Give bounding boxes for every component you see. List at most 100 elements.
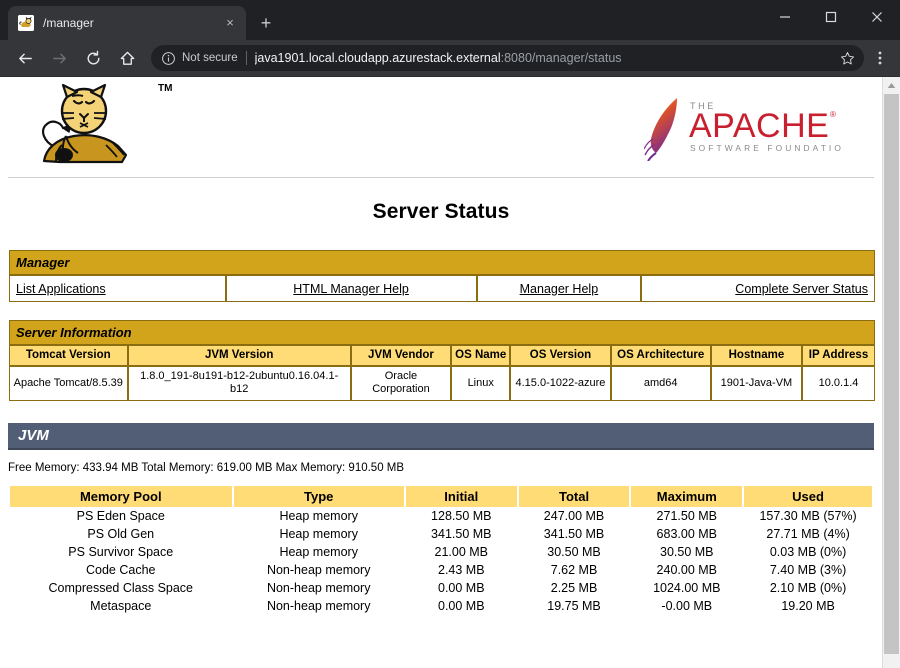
- cell-pool-name: PS Eden Space: [10, 507, 232, 525]
- cell-pool-name: PS Old Gen: [10, 525, 232, 543]
- col-memory-pool: Memory Pool: [10, 486, 232, 507]
- tab-close-icon[interactable]: ×: [222, 15, 238, 31]
- cell-pool-initial: 2.43 MB: [406, 561, 517, 579]
- cell-pool-maximum: 1024.00 MB: [631, 579, 742, 597]
- cell-pool-maximum: 271.50 MB: [631, 507, 742, 525]
- browser-tab[interactable]: /manager ×: [8, 6, 246, 40]
- cell-pool-used: 0.03 MB (0%): [744, 543, 872, 561]
- tomcat-status-page: TM: [0, 77, 882, 668]
- link-manager-help[interactable]: Manager Help: [520, 282, 599, 296]
- cell-pool-used: 157.30 MB (57%): [744, 507, 872, 525]
- cell-pool-type: Non-heap memory: [234, 597, 404, 615]
- col-jvm-vendor: JVM Vendor: [351, 345, 451, 366]
- value-jvm-vendor: Oracle Corporation: [351, 366, 451, 400]
- link-list-applications[interactable]: List Applications: [16, 282, 106, 296]
- scrollbar-thumb[interactable]: [884, 94, 899, 654]
- cell-pool-used: 7.40 MB (3%): [744, 561, 872, 579]
- link-html-manager-help[interactable]: HTML Manager Help: [293, 282, 409, 296]
- reload-icon[interactable]: [79, 44, 107, 72]
- page-viewport: TM: [0, 76, 900, 668]
- manager-section-table: Manager List Applications HTML Manager H…: [9, 250, 875, 302]
- back-arrow-icon[interactable]: [11, 44, 39, 72]
- table-row: Code Cache Non-heap memory 2.43 MB 7.62 …: [10, 561, 872, 579]
- trademark-label: TM: [158, 83, 172, 94]
- manager-link-cell-complete-server-status: Complete Server Status: [641, 275, 875, 302]
- browser-window: /manager × +: [0, 0, 900, 668]
- table-row: PS Survivor Space Heap memory 21.00 MB 3…: [10, 543, 872, 561]
- minimize-button[interactable]: [762, 0, 808, 34]
- svg-text:APACHE: APACHE: [689, 107, 829, 145]
- table-row: Compressed Class Space Non-heap memory 0…: [10, 579, 872, 597]
- vertical-scrollbar[interactable]: [882, 77, 900, 668]
- home-icon[interactable]: [113, 44, 141, 72]
- scroll-up-arrow-icon[interactable]: [883, 77, 900, 94]
- omnibox-separator: [246, 51, 247, 65]
- table-row: Metaspace Non-heap memory 0.00 MB 19.75 …: [10, 597, 872, 615]
- cell-pool-used: 2.10 MB (0%): [744, 579, 872, 597]
- jvm-section-header: JVM: [8, 423, 874, 450]
- value-os-name: Linux: [451, 366, 510, 400]
- col-type: Type: [234, 486, 404, 507]
- value-ip-address: 10.0.1.4: [802, 366, 875, 400]
- maximize-button[interactable]: [808, 0, 854, 34]
- cell-pool-initial: 21.00 MB: [406, 543, 517, 561]
- cell-pool-initial: 0.00 MB: [406, 579, 517, 597]
- col-os-name: OS Name: [451, 345, 510, 366]
- tomcat-favicon-icon: [18, 15, 34, 31]
- svg-text:SOFTWARE FOUNDATION: SOFTWARE FOUNDATION: [690, 143, 844, 153]
- memory-pool-table: Memory Pool Type Initial Total Maximum U…: [8, 486, 874, 615]
- tomcat-logo-icon: [22, 83, 172, 178]
- cell-pool-total: 7.62 MB: [519, 561, 630, 579]
- cell-pool-total: 341.50 MB: [519, 525, 630, 543]
- cell-pool-initial: 0.00 MB: [406, 597, 517, 615]
- col-os-version: OS Version: [510, 345, 610, 366]
- cell-pool-maximum: -0.00 MB: [631, 597, 742, 615]
- col-total: Total: [519, 486, 630, 507]
- cell-pool-total: 2.25 MB: [519, 579, 630, 597]
- server-information-title: Server Information: [9, 320, 875, 345]
- manager-links-row: List Applications HTML Manager Help Mana…: [9, 275, 875, 302]
- value-jvm-version: 1.8.0_191-8u191-b12-2ubuntu0.16.04.1-b12: [128, 366, 351, 400]
- page-banner: TM: [8, 77, 874, 178]
- three-dots-icon[interactable]: [868, 44, 892, 72]
- cell-pool-used: 19.20 MB: [744, 597, 872, 615]
- forward-arrow-icon[interactable]: [45, 44, 73, 72]
- col-initial: Initial: [406, 486, 517, 507]
- manager-link-cell-manager-help: Manager Help: [477, 275, 642, 302]
- url-path: :8080/manager/status: [501, 51, 622, 65]
- address-bar[interactable]: Not secure java1901.local.cloudapp.azure…: [151, 45, 864, 71]
- jvm-memory-summary: Free Memory: 433.94 MB Total Memory: 619…: [8, 462, 882, 474]
- cell-pool-name: PS Survivor Space: [10, 543, 232, 561]
- cell-pool-maximum: 240.00 MB: [631, 561, 742, 579]
- url-host: java1901.local.cloudapp.azurestack.exter…: [255, 51, 501, 65]
- scrollbar-track[interactable]: [883, 94, 900, 668]
- close-button[interactable]: [854, 0, 900, 34]
- cell-pool-type: Heap memory: [234, 525, 404, 543]
- info-circle-icon[interactable]: [161, 51, 176, 66]
- tab-strip: /manager × +: [0, 0, 900, 40]
- cell-pool-maximum: 683.00 MB: [631, 525, 742, 543]
- table-row: PS Eden Space Heap memory 128.50 MB 247.…: [10, 507, 872, 525]
- cell-pool-total: 19.75 MB: [519, 597, 630, 615]
- col-tomcat-version: Tomcat Version: [9, 345, 128, 366]
- col-maximum: Maximum: [631, 486, 742, 507]
- manager-section-header-row: Manager: [9, 250, 875, 275]
- tab-title: /manager: [43, 16, 222, 30]
- cell-pool-name: Metaspace: [10, 597, 232, 615]
- server-information-table: Server Information Tomcat Version JVM Ve…: [9, 320, 875, 401]
- manager-link-cell-list-applications: List Applications: [9, 275, 226, 302]
- col-os-architecture: OS Architecture: [611, 345, 711, 366]
- value-tomcat-version: Apache Tomcat/8.5.39: [9, 366, 128, 400]
- navigation-toolbar: Not secure java1901.local.cloudapp.azure…: [0, 40, 900, 76]
- cell-pool-maximum: 30.50 MB: [631, 543, 742, 561]
- url-text[interactable]: java1901.local.cloudapp.azurestack.exter…: [255, 51, 836, 65]
- security-status-label: Not secure: [182, 52, 238, 64]
- star-icon[interactable]: [836, 47, 858, 69]
- svg-text:®: ®: [830, 110, 836, 119]
- new-tab-button[interactable]: +: [252, 9, 280, 37]
- table-row: PS Old Gen Heap memory 341.50 MB 341.50 …: [10, 525, 872, 543]
- value-os-version: 4.15.0-1022-azure: [510, 366, 610, 400]
- link-complete-server-status[interactable]: Complete Server Status: [735, 282, 868, 296]
- cell-pool-name: Compressed Class Space: [10, 579, 232, 597]
- cell-pool-type: Heap memory: [234, 543, 404, 561]
